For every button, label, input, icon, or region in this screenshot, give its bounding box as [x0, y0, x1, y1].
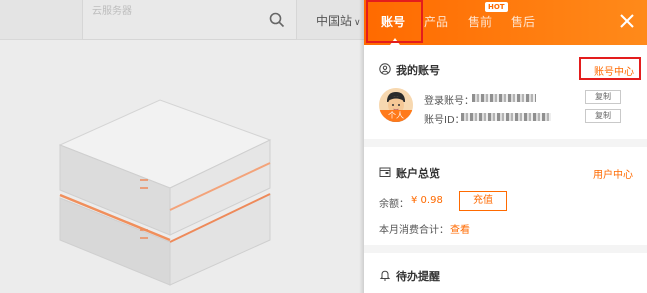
login-account-label: 登录账号： — [424, 96, 474, 107]
hot-badge: HOT — [485, 2, 508, 12]
search-icon[interactable] — [268, 11, 286, 29]
region-label: 中国站 — [316, 14, 353, 28]
login-account-value-masked — [472, 94, 536, 102]
view-link[interactable]: 查看 — [450, 221, 470, 236]
balance-value: ¥ 0.98 — [411, 195, 443, 206]
user-icon — [379, 63, 391, 75]
wallet-icon — [379, 167, 391, 177]
avatar-badge: 个人 — [379, 110, 413, 122]
panel-header: 账号 产品 售前 HOT 售后 — [364, 0, 647, 45]
bell-icon — [379, 270, 391, 281]
copy-id-button[interactable]: 复制 — [585, 109, 621, 123]
account-center-highlight — [579, 57, 641, 80]
avatar: 个人 — [379, 88, 413, 122]
copy-login-button[interactable]: 复制 — [585, 90, 621, 104]
balance-label: 余额： — [379, 199, 409, 210]
account-overview-title: 账户总览 — [396, 167, 440, 180]
server-illustration — [58, 99, 272, 286]
recharge-button[interactable]: 充值 — [459, 191, 507, 211]
tab-products[interactable]: 产品 — [424, 13, 448, 30]
my-account-title: 我的账号 — [396, 64, 440, 77]
region-selector[interactable]: 中国站 ∨ — [316, 12, 361, 29]
account-id-value-masked — [461, 113, 551, 121]
tab-aftersale[interactable]: 售后 — [511, 13, 535, 30]
todo-title: 待办提醒 — [396, 270, 440, 283]
section-divider — [364, 139, 647, 147]
tab-account-highlight — [366, 0, 423, 43]
monthly-spend-label: 本月消费合计： — [379, 225, 449, 236]
section-divider-2 — [364, 245, 647, 253]
account-id-label: 账号ID： — [424, 115, 465, 126]
close-icon[interactable] — [616, 10, 638, 32]
account-panel: 账号 产品 售前 HOT 售后 我的账号 账号中心 个人 登录账号： 复制 账号… — [364, 0, 647, 293]
background-search-placeholder: 云服务器 — [92, 6, 132, 17]
user-center-link[interactable]: 用户中心 — [593, 166, 633, 181]
tab-presale[interactable]: 售前 — [468, 13, 492, 30]
